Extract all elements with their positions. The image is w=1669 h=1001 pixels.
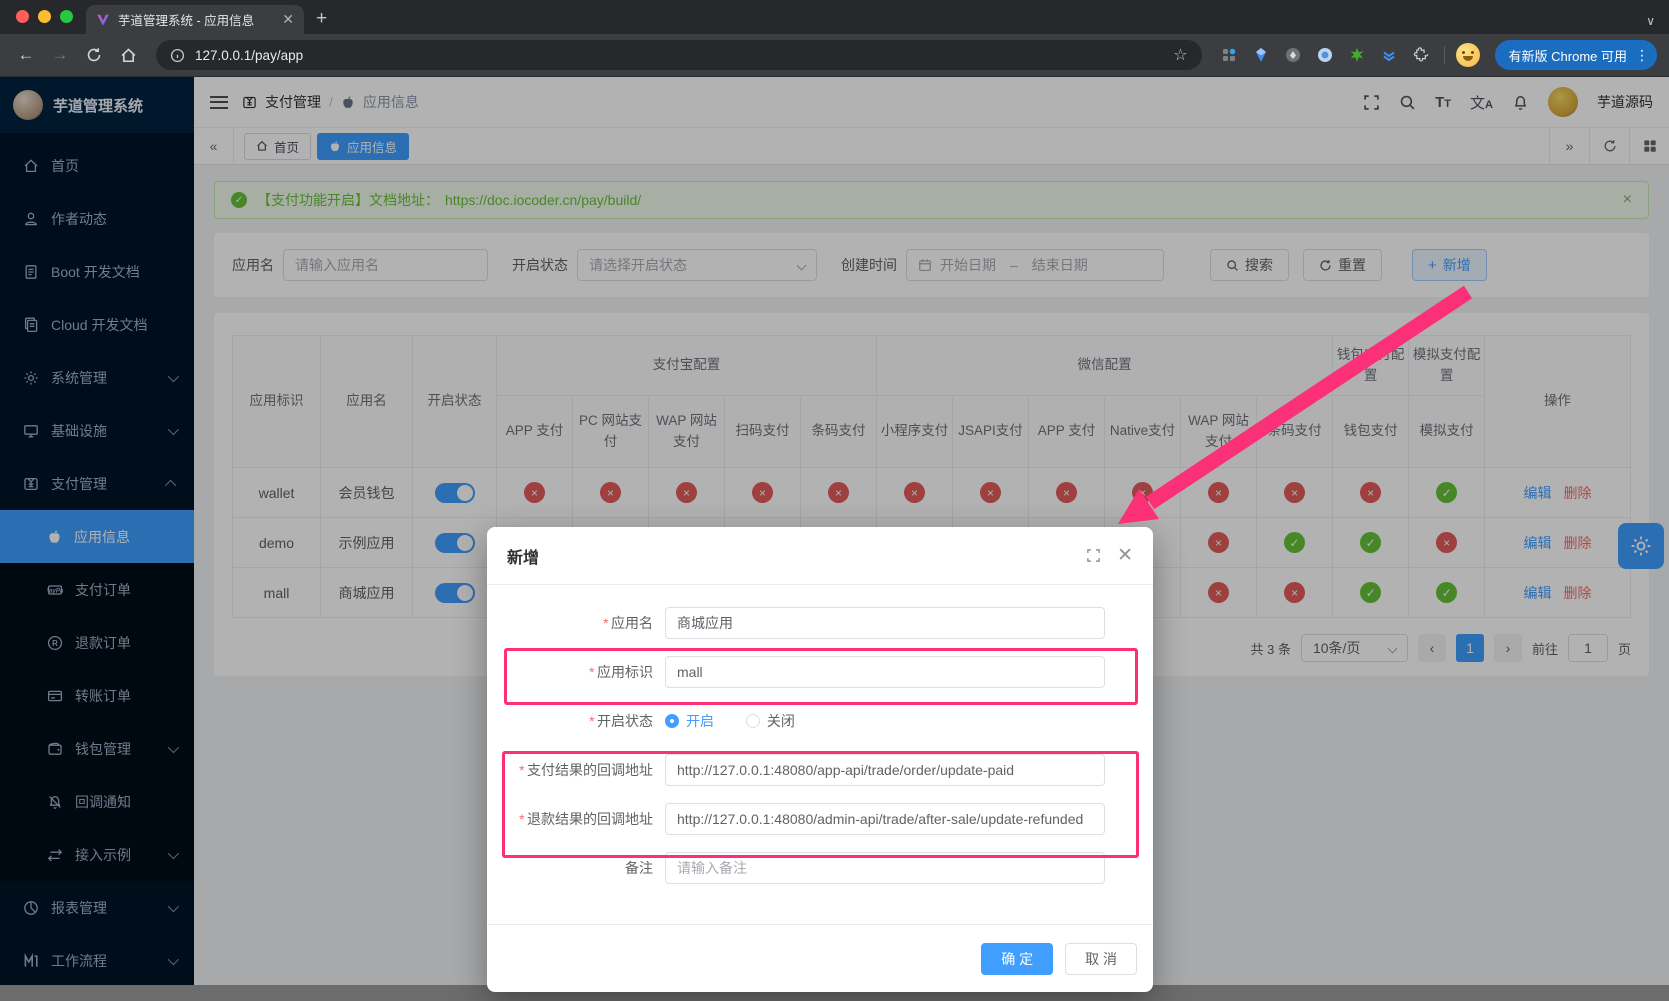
dialog-fullscreen-icon[interactable] [1086,548,1101,563]
chrome-update-label: 有新版 Chrome 可用 [1509,46,1627,65]
dialog-app-id-input[interactable] [677,664,1093,680]
extension-icon[interactable] [1216,42,1242,68]
extension-icon[interactable] [1344,42,1370,68]
dialog-close-icon[interactable]: ✕ [1117,544,1133,567]
reload-icon[interactable] [80,41,108,69]
tab-title: 芋道管理系统 - 应用信息 [118,10,274,29]
window-controls[interactable] [16,10,73,23]
required-mark: * [589,713,594,729]
browser-toolbar: ← → 127.0.0.1/pay/app ☆ [0,34,1669,77]
dialog-footer: 确 定 取 消 [487,924,1153,992]
browser-tab-strip: 芋道管理系统 - 应用信息 ✕ + ∨ [0,0,1669,34]
form-row-status: *开启状态 开启 关闭 [487,705,1153,737]
home-icon[interactable] [114,41,142,69]
minimize-window-button[interactable] [38,10,51,23]
dialog-form: *应用名 *应用标识 *开启状态 开启 关闭 *支付结果的回调地址 *退款结果的… [487,585,1153,884]
pay-notify-input[interactable] [677,762,1093,778]
extension-icon[interactable] [1312,42,1338,68]
extension-icon[interactable] [1280,42,1306,68]
radio-status-on[interactable]: 开启 [665,711,714,731]
toolbar-divider [1444,46,1445,64]
url-text[interactable]: 127.0.0.1/pay/app [195,48,1163,63]
cancel-button[interactable]: 取 消 [1065,943,1137,975]
profile-avatar[interactable] [1455,42,1481,68]
dialog-app-name-input[interactable] [677,615,1093,631]
extension-icon[interactable] [1376,42,1402,68]
required-mark: * [603,615,608,631]
radio-status-off[interactable]: 关闭 [746,711,795,731]
close-window-button[interactable] [16,10,29,23]
close-tab-icon[interactable]: ✕ [282,11,294,28]
pay-notify-label: 支付结果的回调地址 [527,762,653,778]
form-row-app-id: *应用标识 [487,656,1153,688]
screen: 芋道管理系统 - 应用信息 ✕ + ∨ ← → 127.0.0.1/pay/ap… [0,0,1669,1001]
radio-on-label: 开启 [686,711,714,731]
radio-off-label: 关闭 [767,711,795,731]
status-label: 开启状态 [597,713,653,729]
app-id-label: 应用标识 [597,664,653,680]
remark-input[interactable] [677,860,1093,876]
form-row-refund-notify: *退款结果的回调地址 [487,803,1153,835]
form-row-app-name: *应用名 [487,607,1153,639]
extensions-puzzle-icon[interactable] [1408,42,1434,68]
address-bar[interactable]: 127.0.0.1/pay/app ☆ [156,40,1202,70]
radio-dot [665,714,679,728]
required-mark: * [519,762,524,778]
dialog-header: 新增 ✕ [487,527,1153,585]
site-favicon [96,13,110,27]
form-row-pay-notify: *支付结果的回调地址 [487,754,1153,786]
forward-icon[interactable]: → [46,41,74,69]
create-app-dialog: 新增 ✕ *应用名 *应用标识 *开启状态 开启 关闭 [487,527,1153,992]
site-info-icon[interactable] [170,48,185,63]
refund-notify-label: 退款结果的回调地址 [527,811,653,827]
tab-search-chevron-icon[interactable]: ∨ [1646,14,1655,28]
remark-label: 备注 [625,860,653,876]
form-row-remark: 备注 [487,852,1153,884]
required-mark: * [589,664,594,680]
extension-icon[interactable] [1248,42,1274,68]
new-tab-button[interactable]: + [316,8,327,30]
required-mark: * [519,811,524,827]
bookmark-star-icon[interactable]: ☆ [1173,45,1187,65]
back-icon[interactable]: ← [12,41,40,69]
confirm-button[interactable]: 确 定 [981,943,1053,975]
app-name-label: 应用名 [611,615,653,631]
dialog-title: 新增 [507,544,539,568]
radio-dot [746,714,760,728]
chrome-update-button[interactable]: 有新版 Chrome 可用 ⋮ [1495,40,1657,70]
browser-menu-icon[interactable]: ⋮ [1635,48,1649,62]
zoom-window-button[interactable] [60,10,73,23]
refund-notify-input[interactable] [677,811,1093,827]
browser-tab[interactable]: 芋道管理系统 - 应用信息 ✕ [86,5,304,34]
